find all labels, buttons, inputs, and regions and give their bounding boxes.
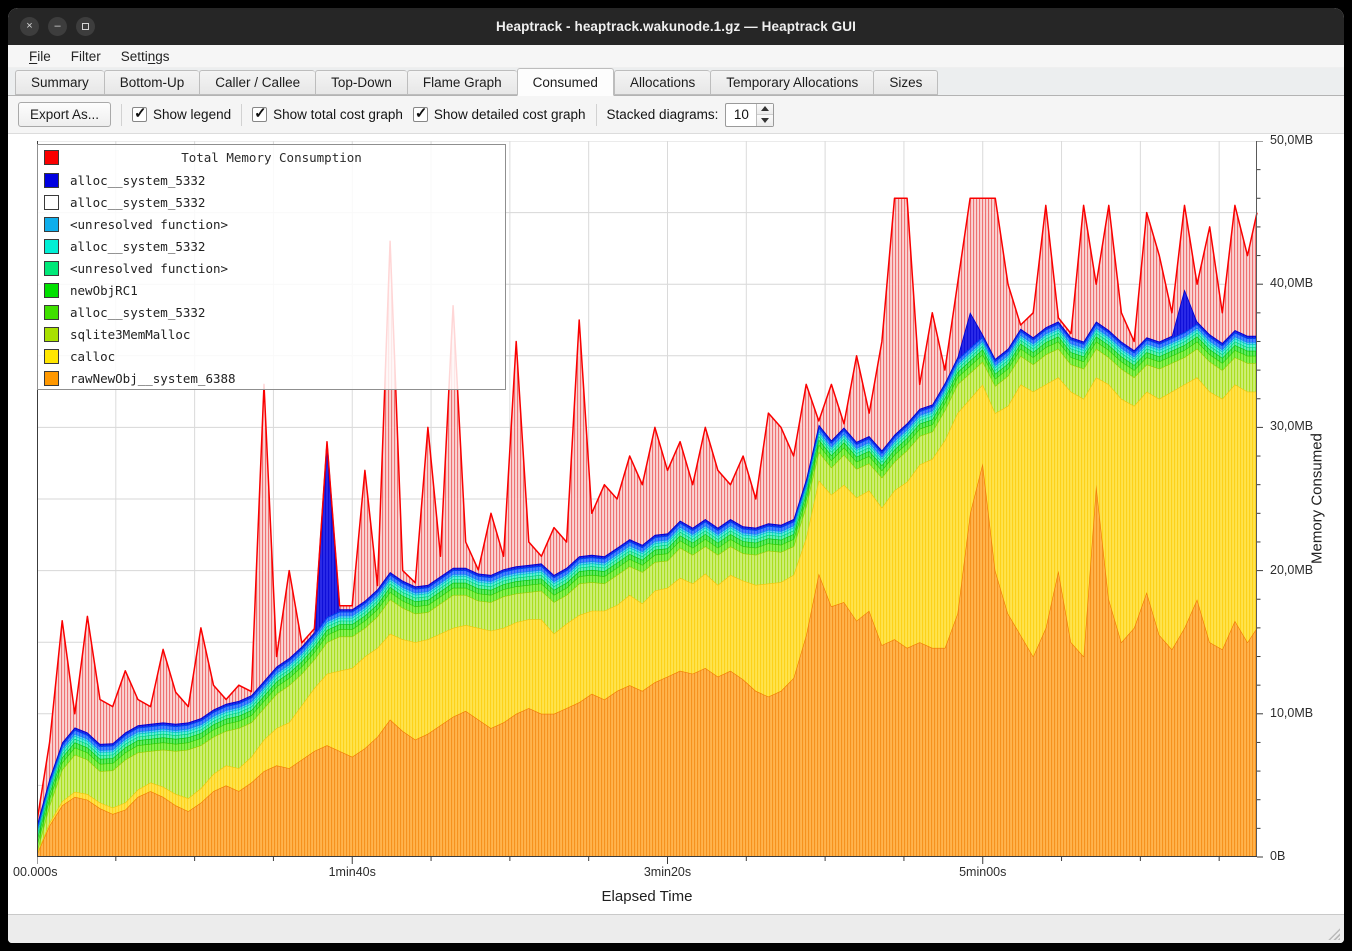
checkbox-label: Show total cost graph [273,107,403,122]
checkbox-box: ✓ [252,107,267,122]
stacked-diagrams-decrement[interactable] [757,114,773,126]
legend-row: sqlite3MemMalloc [38,323,505,345]
maximize-button[interactable] [76,17,95,36]
tab-top-down[interactable]: Top-Down [315,70,407,95]
x-axis-title: Elapsed Time [37,888,1257,905]
legend-row: alloc__system_5332 [38,235,505,257]
stacked-diagrams-value[interactable]: 10 [726,104,756,126]
legend-swatch [44,173,59,188]
menu-settings[interactable]: Settings [112,47,179,66]
tabbar: SummaryBottom-UpCaller / CalleeTop-DownF… [8,68,1344,96]
legend-label: <unresolved function> [70,261,228,276]
stacked-diagrams-label: Stacked diagrams: [607,107,719,122]
screenshot-background: ×– Heaptrack - heaptrack.wakunode.1.gz —… [0,0,1352,951]
legend-label: rawNewObj__system_6388 [70,371,236,386]
legend-swatch [44,239,59,254]
legend-row: alloc__system_5332 [38,301,505,323]
heaptrack-window: ×– Heaptrack - heaptrack.wakunode.1.gz —… [8,8,1344,943]
checkbox-box: ✓ [132,107,147,122]
legend-swatch [44,195,59,210]
tab-sizes[interactable]: Sizes [873,70,938,95]
close-button[interactable]: × [20,17,39,36]
legend-label: sqlite3MemMalloc [70,327,190,342]
legend-swatch [44,217,59,232]
legend-swatch [44,327,59,342]
checkbox-show-total-cost-graph[interactable]: ✓ Show total cost graph [252,107,403,122]
tab-consumed[interactable]: Consumed [517,68,614,96]
up-arrow-icon [761,106,769,111]
statusbar [8,914,1344,943]
legend-label: alloc__system_5332 [70,305,205,320]
stacked-diagrams-spinbox: 10 [725,103,774,127]
y-axis-title: Memory Consumed [1304,141,1330,857]
tab-caller-callee[interactable]: Caller / Callee [199,70,315,95]
x-tick-label: 1min40s [307,865,397,879]
menubar: FileFilterSettings [8,45,1344,68]
checkbox-show-legend[interactable]: ✓ Show legend [132,107,231,122]
checkmark-icon: ✓ [134,104,147,122]
toolbar-separator [121,104,122,126]
checkbox-label: Show legend [153,107,231,122]
legend-row: Total Memory Consumption [38,145,505,169]
maximize-icon [82,23,89,30]
legend-label: calloc [70,349,115,364]
legend-row: rawNewObj__system_6388 [38,367,505,389]
menu-filter[interactable]: Filter [62,47,110,66]
consumed-chart-region: Total Memory Consumption alloc__system_53… [8,134,1344,914]
legend-label: alloc__system_5332 [70,239,205,254]
toolbar-separator [596,104,597,126]
checkmark-icon: ✓ [254,104,267,122]
legend-row: <unresolved function> [38,213,505,235]
legend-row: alloc__system_5332 [38,169,505,191]
legend-label: alloc__system_5332 [70,195,205,210]
tab-allocations[interactable]: Allocations [614,70,710,95]
export-as-button[interactable]: Export As... [18,102,111,127]
menu-file[interactable]: File [20,47,60,66]
tab-summary[interactable]: Summary [15,70,104,95]
legend-swatch [44,305,59,320]
tab-flame-graph[interactable]: Flame Graph [407,70,517,95]
tab-temporary-allocations[interactable]: Temporary Allocations [710,70,873,95]
x-tick-label: 3min20s [622,865,712,879]
y-tick-label: 0B [1270,849,1285,863]
legend-title: Total Memory Consumption [38,150,505,165]
x-tick-label: 00.000s [13,865,103,879]
minimize-button[interactable]: – [48,17,67,36]
chart-legend: Total Memory Consumption alloc__system_53… [37,144,506,390]
legend-swatch [44,349,59,364]
legend-row: calloc [38,345,505,367]
x-tick-label: 5min00s [938,865,1028,879]
stacked-diagrams-control: Stacked diagrams: 10 [607,103,775,127]
stacked-diagrams-increment[interactable] [757,104,773,115]
tab-bottom-up[interactable]: Bottom-Up [104,70,200,95]
legend-row: newObjRC1 [38,279,505,301]
window-title: Heaptrack - heaptrack.wakunode.1.gz — He… [8,19,1344,34]
window-controls: ×– [20,17,95,36]
legend-swatch [44,283,59,298]
legend-swatch [44,371,59,386]
resize-grip[interactable] [1326,926,1340,940]
legend-label: alloc__system_5332 [70,173,205,188]
checkmark-icon: ✓ [415,104,428,122]
checkbox-box: ✓ [413,107,428,122]
spin-buttons [756,104,773,126]
toolbar-separator [241,104,242,126]
legend-label: <unresolved function> [70,217,228,232]
down-arrow-icon [761,118,769,123]
legend-swatch [44,261,59,276]
titlebar: ×– Heaptrack - heaptrack.wakunode.1.gz —… [8,8,1344,45]
toolbar: Export As... ✓ Show legend ✓ Show total co… [8,96,1344,134]
legend-row: <unresolved function> [38,257,505,279]
legend-row: alloc__system_5332 [38,191,505,213]
checkbox-show-detailed-cost-graph[interactable]: ✓ Show detailed cost graph [413,107,586,122]
legend-label: newObjRC1 [70,283,138,298]
checkbox-label: Show detailed cost graph [434,107,586,122]
